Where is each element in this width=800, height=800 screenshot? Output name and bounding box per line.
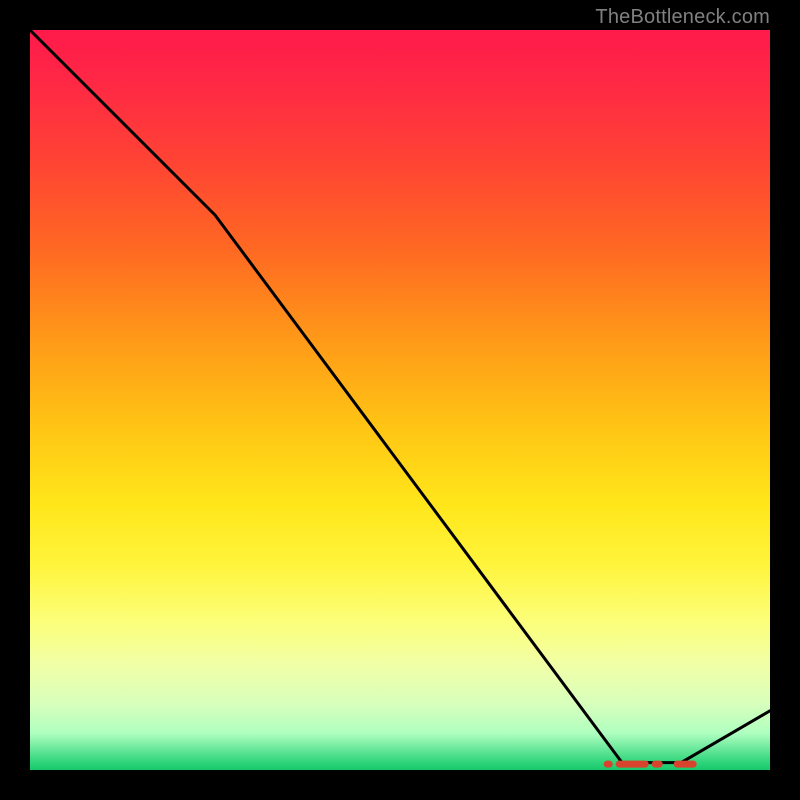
chart-frame: TheBottleneck.com xyxy=(0,0,800,800)
bottleneck-curve xyxy=(30,30,770,763)
plot-area xyxy=(30,30,770,770)
curve-svg xyxy=(30,30,770,770)
credit-text: TheBottleneck.com xyxy=(595,6,770,29)
